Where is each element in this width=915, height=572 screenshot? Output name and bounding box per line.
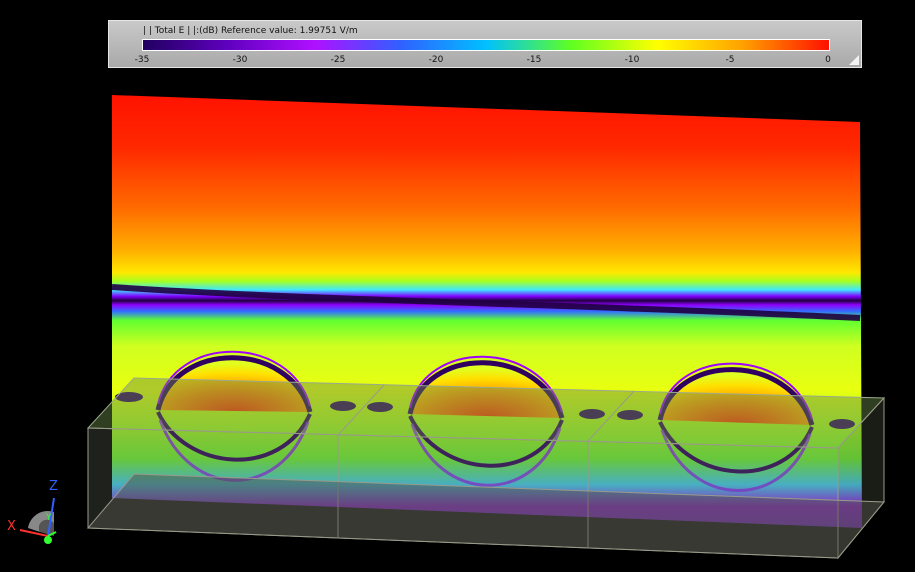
axis-origin-marker <box>44 536 52 544</box>
y-axis-label: Y <box>46 513 52 523</box>
x-axis-label: X <box>7 519 16 534</box>
substrate-block <box>86 377 886 560</box>
field-viewport[interactable] <box>0 0 915 572</box>
z-axis-label: Z <box>49 479 58 494</box>
